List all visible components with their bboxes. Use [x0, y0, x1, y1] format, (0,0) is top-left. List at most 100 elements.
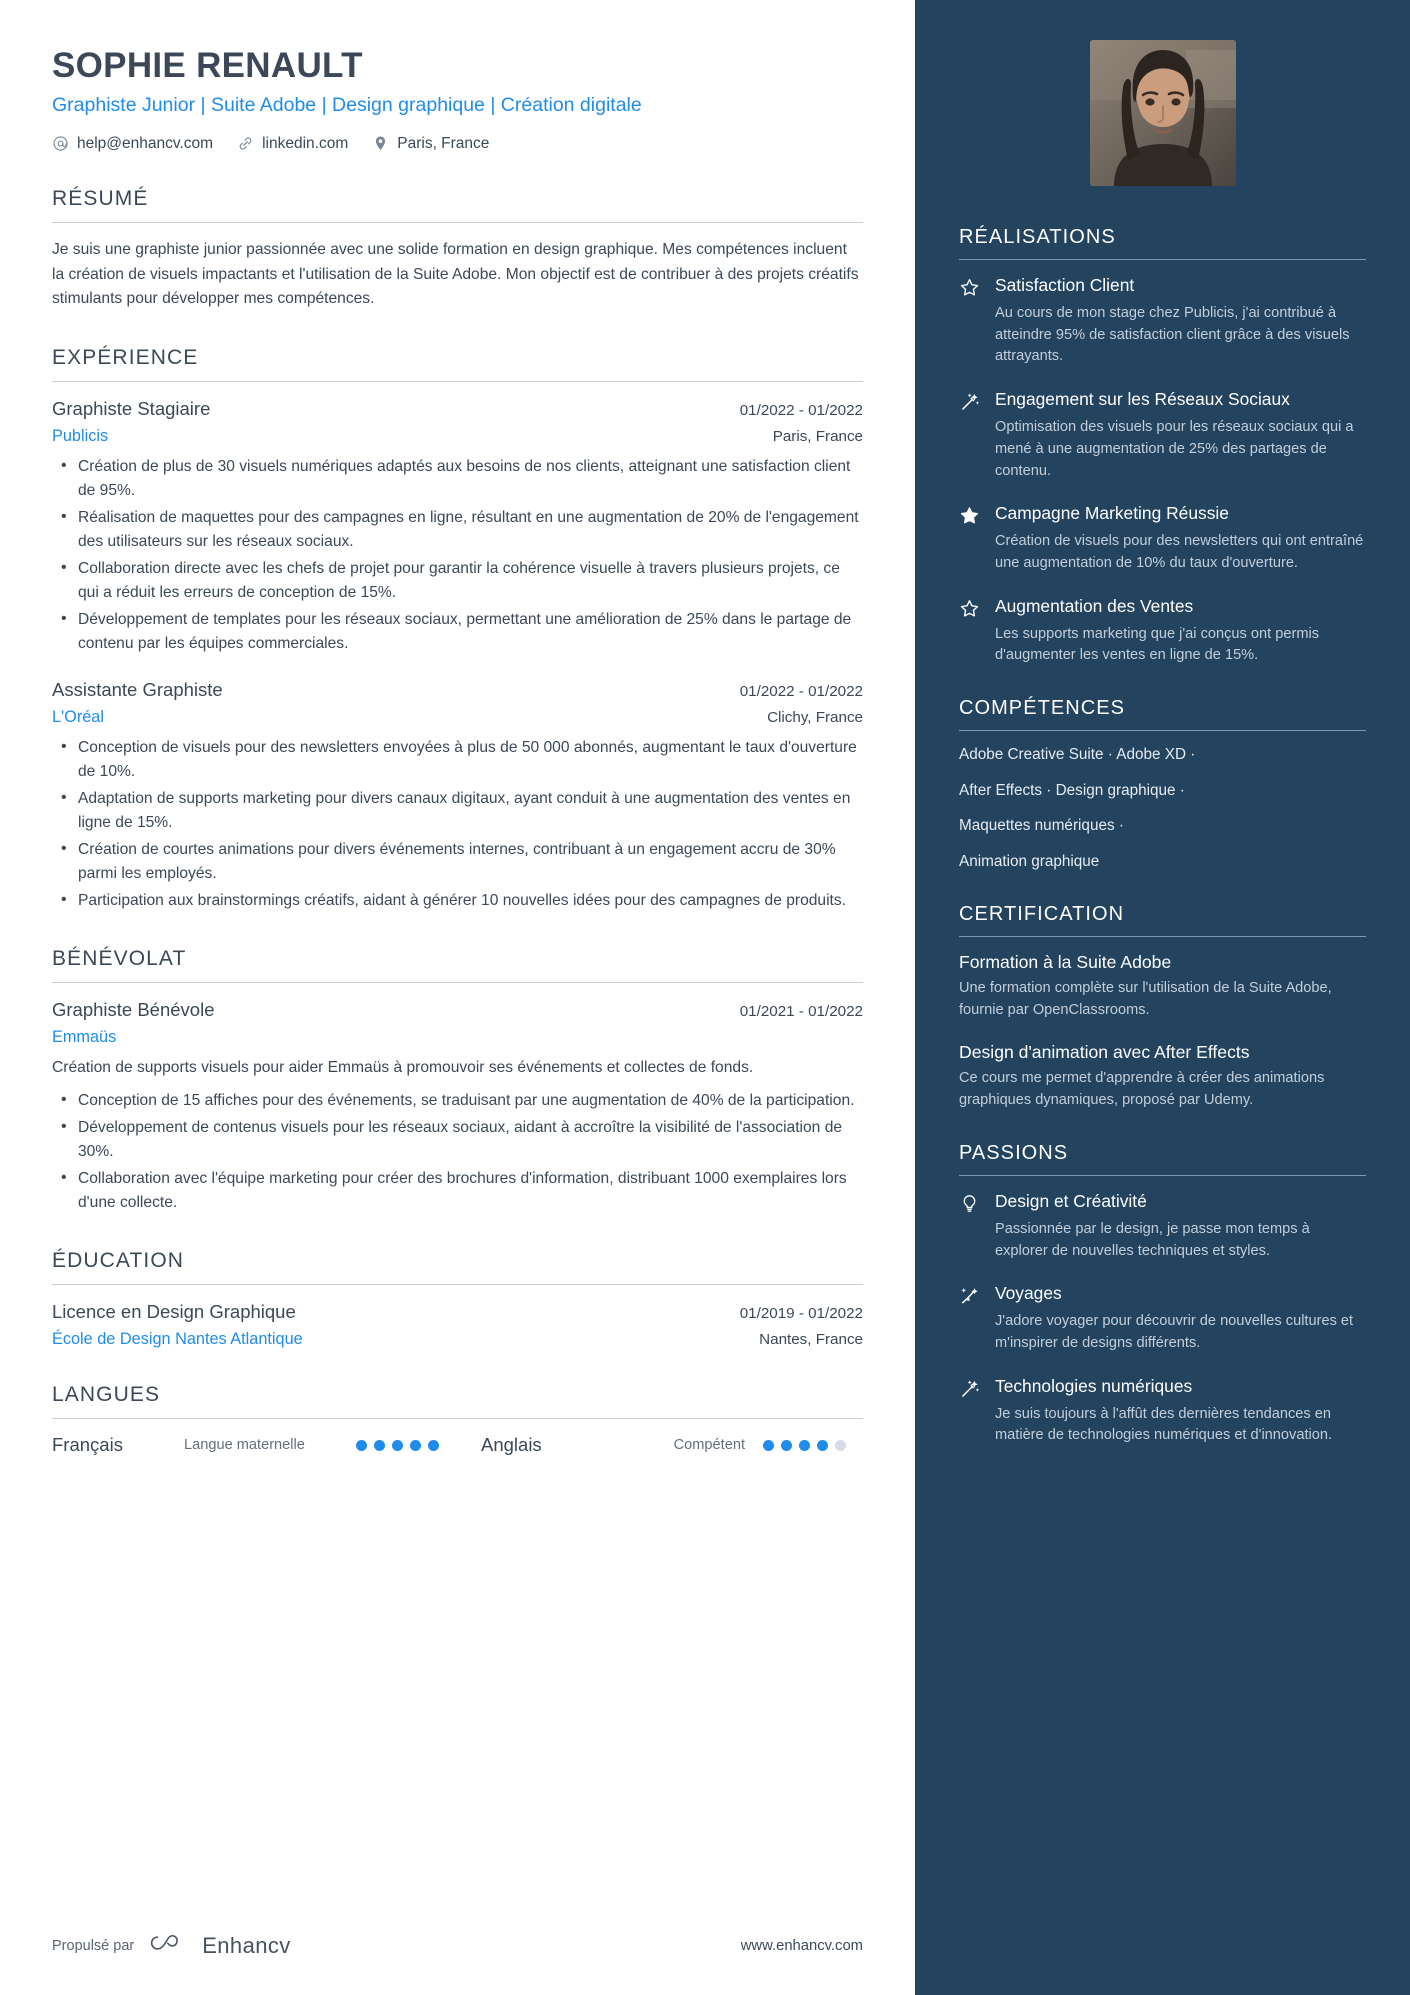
divider: [52, 380, 863, 382]
rating-dot: [374, 1439, 385, 1451]
sidebar-column: RÉALISATIONS Satisfaction Client Au cour…: [915, 0, 1410, 1995]
divider: [52, 221, 863, 223]
experience-bullets: Conception de visuels pour des newslette…: [52, 735, 863, 913]
volunteering-entry: Graphiste Bénévole 01/2021 - 01/2022 Emm…: [52, 998, 863, 1215]
skill-line: After Effects · Design graphique ·: [959, 781, 1185, 799]
certification-title: Design d'animation avec After Effects: [959, 1041, 1250, 1062]
experience-company[interactable]: L'Oréal: [52, 708, 104, 727]
certification-item: Design d'animation avec After Effects Ce…: [959, 1041, 1366, 1112]
contact-email[interactable]: help@enhancv.com: [52, 135, 213, 153]
language-item: Français Langue maternelle: [52, 1434, 439, 1456]
rating-dot: [410, 1439, 421, 1451]
section-passions: PASSIONS Design et Créativité Passionnée…: [959, 1142, 1366, 1447]
education-location: Nantes, France: [759, 1331, 863, 1349]
experience-date: 01/2022 - 01/2022: [739, 401, 863, 419]
contact-email-text: help@enhancv.com: [77, 134, 214, 152]
section-experience: EXPÉRIENCE Graphiste Stagiaire 01/2022 -…: [52, 346, 863, 913]
achievement-item: Campagne Marketing Réussie Création de v…: [959, 502, 1366, 574]
section-skills: COMPÉTENCES Adobe Creative Suite · Adobe…: [959, 697, 1366, 873]
list-item: Collaboration avec l'équipe marketing po…: [61, 1166, 863, 1215]
experience-entry: Graphiste Stagiaire 01/2022 - 01/2022 Pu…: [52, 397, 863, 656]
list-item: Conception de 15 affiches pour des événe…: [61, 1088, 863, 1113]
divider: [52, 1418, 863, 1420]
volunteering-bullets: Conception de 15 affiches pour des événe…: [52, 1088, 863, 1215]
passion-description: J'adore voyager pour découvrir de nouvel…: [995, 1313, 1354, 1351]
footer-url[interactable]: www.enhancv.com: [741, 1938, 863, 1954]
experience-role: Graphiste Stagiaire: [52, 397, 211, 419]
section-certification: CERTIFICATION Formation à la Suite Adobe…: [959, 903, 1366, 1112]
rating-dot: [428, 1439, 439, 1451]
main-column: SOPHIE RENAULT Graphiste Junior | Suite …: [0, 0, 915, 1995]
list-item: Création de plus de 30 visuels numérique…: [61, 454, 863, 503]
volunteering-role: Graphiste Bénévole: [52, 998, 215, 1020]
rating-dot: [392, 1439, 403, 1451]
list-item: Réalisation de maquettes pour des campag…: [61, 505, 863, 554]
language-row: Français Langue maternelle Anglais Compé…: [52, 1434, 863, 1456]
passion-item: Design et Créativité Passionnée par le d…: [959, 1190, 1366, 1262]
language-rating-dots: [356, 1439, 439, 1451]
experience-bullets: Création de plus de 30 visuels numérique…: [52, 454, 863, 656]
divider: [959, 730, 1366, 731]
rating-dot: [781, 1439, 792, 1451]
achievement-title: Augmentation des Ventes: [995, 595, 1194, 616]
passion-description: Je suis toujours à l'affût des dernières…: [995, 1405, 1333, 1444]
list-item: Adaptation de supports marketing pour di…: [61, 786, 863, 835]
divider: [959, 935, 1366, 937]
page-title: SOPHIE RENAULT: [52, 46, 363, 85]
summary-text: Je suis une graphiste junior passionnée …: [52, 240, 859, 308]
list-item: Conception de visuels pour des newslette…: [61, 735, 863, 784]
list-item: Développement de templates pour les rése…: [61, 607, 863, 656]
education-entry: Licence en Design Graphique 01/2019 - 01…: [52, 1300, 863, 1349]
rating-dot: [817, 1439, 828, 1451]
contact-location-text: Paris, France: [397, 134, 490, 152]
list-item: Développement de contenus visuels pour l…: [61, 1115, 863, 1164]
avatar-wrap: [959, 40, 1366, 186]
skill-line: Maquettes numériques ·: [959, 817, 1124, 835]
contact-linkedin-text: linkedin.com: [262, 134, 349, 152]
skill-line: Animation graphique: [959, 852, 1100, 870]
avatar: [1089, 40, 1236, 186]
experience-entry: Assistante Graphiste 01/2022 - 01/2022 L…: [52, 678, 863, 913]
education-degree: Licence en Design Graphique: [52, 1301, 296, 1323]
star-outline-icon: [959, 595, 981, 667]
section-volunteering: BÉNÉVOLAT Graphiste Bénévole 01/2021 - 0…: [52, 947, 863, 1215]
experience-date: 01/2022 - 01/2022: [739, 682, 863, 700]
sparkle-trail-icon: [959, 1282, 981, 1354]
section-education-title: ÉDUCATION: [52, 1249, 185, 1273]
section-achievements: RÉALISATIONS Satisfaction Client Au cour…: [959, 226, 1366, 667]
contact-row: help@enhancv.com linkedin.com Paris, Fra…: [52, 135, 863, 153]
language-name: Français: [52, 1434, 123, 1456]
experience-company[interactable]: Publicis: [52, 427, 108, 446]
volunteering-org[interactable]: Emmaüs: [52, 1028, 116, 1047]
footer: Propulsé par Enhancv www.enhancv.com: [52, 1930, 863, 1961]
section-summary-title: RÉSUMÉ: [52, 186, 149, 210]
achievement-item: Augmentation des Ventes Les supports mar…: [959, 595, 1366, 667]
experience-location: Paris, France: [772, 427, 863, 445]
language-item: Anglais Compétent: [481, 1434, 846, 1456]
achievement-title: Engagement sur les Réseaux Sociaux: [995, 389, 1290, 410]
volunteering-description: Création de supports visuels pour aider …: [52, 1059, 754, 1076]
avatar-portrait: [1089, 40, 1236, 186]
contact-linkedin[interactable]: linkedin.com: [237, 135, 348, 153]
rating-dot: [763, 1439, 774, 1451]
section-languages: LANGUES Français Langue maternelle Angla…: [52, 1383, 863, 1456]
passion-title: Design et Créativité: [995, 1190, 1147, 1211]
footer-brand: Enhancv: [202, 1932, 291, 1958]
certification-description: Une formation complète sur l'utilisation…: [959, 980, 1332, 1019]
section-experience-title: EXPÉRIENCE: [52, 345, 199, 369]
section-education: ÉDUCATION Licence en Design Graphique 01…: [52, 1249, 863, 1349]
divider: [52, 1284, 863, 1286]
passion-item: Voyages J'adore voyager pour découvrir d…: [959, 1282, 1366, 1354]
achievement-description: Au cours de mon stage chez Publicis, j'a…: [995, 305, 1350, 365]
language-rating-dots: [763, 1439, 846, 1451]
education-school[interactable]: École de Design Nantes Atlantique: [52, 1330, 303, 1349]
section-volunteering-title: BÉNÉVOLAT: [52, 946, 187, 970]
section-passions-title: PASSIONS: [959, 1141, 1069, 1164]
divider: [52, 981, 863, 983]
passion-title: Voyages: [995, 1283, 1062, 1304]
rating-dot: [799, 1439, 810, 1451]
skill-line: Adobe Creative Suite · Adobe XD ·: [959, 746, 1196, 763]
achievement-item: Satisfaction Client Au cours de mon stag…: [959, 274, 1366, 368]
section-certification-title: CERTIFICATION: [959, 902, 1125, 925]
list-item: Participation aux brainstormings créatif…: [61, 888, 863, 913]
